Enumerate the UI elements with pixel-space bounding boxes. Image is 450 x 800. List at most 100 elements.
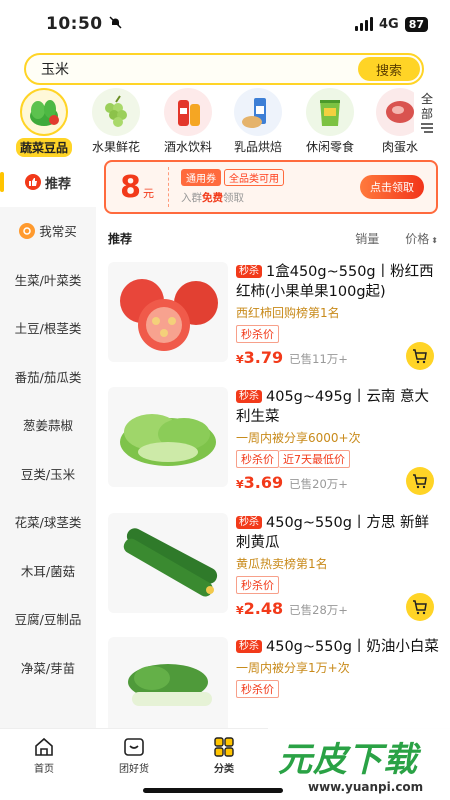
drinks-icon	[164, 88, 212, 136]
category-dairy[interactable]: 乳品烘焙	[222, 88, 294, 155]
network-type: 4G	[378, 16, 399, 32]
sidebar-item-root[interactable]: 土豆/根茎类	[0, 304, 96, 353]
sort-price[interactable]: 价格 ⬍	[405, 230, 438, 247]
category-label: 蔬菜豆品	[15, 138, 72, 157]
category-drinks[interactable]: 酒水饮料	[152, 88, 224, 155]
category-label: 肉蛋水	[381, 140, 418, 154]
coupon-type-tag: 通用券	[181, 169, 221, 186]
sort-bar: 推荐 销量 价格 ⬍	[108, 228, 438, 248]
add-to-cart-button[interactable]	[406, 342, 434, 370]
home-icon	[35, 737, 53, 756]
home-indicator	[143, 788, 283, 793]
cucumber-image	[108, 513, 228, 613]
cart-icon	[413, 600, 427, 615]
product-tag: 秒杀价	[236, 450, 279, 468]
product-title: 秒杀 1盒450g~550g丨粉红西红柿(小果单果100g起)	[236, 264, 434, 300]
coupon-value: 8	[120, 169, 141, 205]
coupon-banner[interactable]: 8 元 通用券 全品类可用 入群免费领取 点击领取	[104, 160, 438, 214]
sidebar-item-recommend[interactable]: 推荐	[0, 158, 96, 207]
tomato-image	[108, 262, 228, 362]
product-card[interactable]: 秒杀 450g~550g丨奶油小白菜 一周内被分享1万+次 秒杀价	[104, 637, 440, 728]
sidebar-item-mushroom[interactable]: 木耳/菌菇	[0, 546, 96, 595]
flash-sale-badge: 秒杀	[236, 265, 262, 278]
sort-recommend[interactable]: 推荐	[108, 230, 132, 247]
search-input[interactable]: 玉米	[41, 59, 69, 79]
thumbs-up-icon	[24, 174, 41, 191]
product-tag: 秒杀价	[236, 325, 279, 343]
signal-icon	[354, 17, 373, 31]
category-snacks[interactable]: 休闲零食	[294, 88, 366, 155]
add-to-cart-button[interactable]	[406, 467, 434, 495]
tab-group-buy[interactable]: 团好货	[104, 737, 164, 775]
product-price: ¥3.69	[236, 473, 284, 492]
tab-home[interactable]: 首页	[14, 737, 74, 775]
status-time: 10:50	[46, 14, 103, 34]
product-card[interactable]: 秒杀 1盒450g~550g丨粉红西红柿(小果单果100g起) 西红柿回购榜第1名…	[104, 262, 440, 380]
sort-arrows-icon: ⬍	[431, 235, 438, 245]
sidebar-item-beans[interactable]: 豆类/玉米	[0, 449, 96, 498]
sidebar: 推荐 我常买 生菜/叶菜类 土豆/根茎类 番茄/茄瓜类 葱姜蒜椒 豆类/玉米 花…	[0, 158, 96, 728]
category-row: 蔬菜豆品 水果鲜花 酒水饮料 乳品烘焙 休闲零食 肉蛋水	[0, 88, 450, 157]
sidebar-item-label: 推荐	[44, 176, 71, 192]
all-categories-button[interactable]: 全 部	[414, 92, 440, 138]
category-label: 乳品烘焙	[233, 140, 282, 154]
sidebar-item-tofu[interactable]: 豆腐/豆制品	[0, 595, 96, 644]
all-categories-line2: 部	[420, 107, 433, 121]
category-vegetables[interactable]: 蔬菜豆品	[8, 88, 80, 157]
coupon-desc: 入群免费领取	[181, 192, 244, 204]
cart-icon	[413, 349, 427, 364]
snacks-icon	[306, 88, 354, 136]
grapes-icon	[92, 88, 140, 136]
product-sold: 已售11万+	[289, 352, 348, 366]
product-price: ¥2.48	[236, 599, 284, 618]
sidebar-item-frequent[interactable]: 我常买	[0, 207, 96, 256]
flash-sale-badge: 秒杀	[236, 640, 262, 653]
dairy-bread-icon	[234, 88, 282, 136]
coupon-scope-tag: 全品类可用	[224, 169, 284, 186]
lettuce-image	[108, 387, 228, 487]
product-subtitle: 黄瓜热卖榜第1名	[236, 557, 328, 571]
watermark-logo: 元皮下载 www.yuanpi.com	[268, 728, 450, 800]
product-sold: 已售20万+	[289, 477, 348, 491]
search-button[interactable]: 搜索	[358, 57, 420, 81]
sidebar-item-cauliflower[interactable]: 花菜/球茎类	[0, 498, 96, 547]
status-bar: 10:50 4G 87	[0, 0, 450, 48]
add-to-cart-button[interactable]	[406, 593, 434, 621]
flash-sale-badge: 秒杀	[236, 516, 262, 529]
sidebar-item-label: 我常买	[39, 224, 77, 240]
product-subtitle: 一周内被分享6000+次	[236, 431, 361, 445]
sidebar-item-sprouts[interactable]: 净菜/芽苗	[0, 643, 96, 692]
bok-choy-image	[108, 637, 228, 728]
category-label: 休闲零食	[305, 140, 354, 154]
sort-sales[interactable]: 销量	[355, 230, 379, 247]
sidebar-item-leafy[interactable]: 生菜/叶菜类	[0, 255, 96, 304]
coupon-divider	[168, 167, 169, 207]
category-label: 酒水饮料	[163, 140, 212, 154]
product-tag: 秒杀价	[236, 576, 279, 594]
tab-label: 首页	[34, 764, 54, 775]
menu-icon	[414, 122, 440, 138]
vegetable-icon	[20, 88, 68, 136]
sidebar-item-tomato[interactable]: 番茄/茄瓜类	[0, 352, 96, 401]
category-fruits[interactable]: 水果鲜花	[80, 88, 152, 155]
tab-category[interactable]: 分类	[194, 737, 254, 775]
all-categories-line1: 全	[420, 92, 433, 106]
search-bar[interactable]: 玉米 搜索	[24, 53, 424, 85]
frequent-buy-icon	[19, 222, 36, 239]
product-title: 秒杀 405g~495g丨云南 意大利生菜	[236, 389, 430, 425]
product-card[interactable]: 秒杀 450g~550g丨方思 新鲜刺黄瓜 黄瓜热卖榜第1名 秒杀价 ¥2.48 …	[104, 513, 440, 631]
claim-coupon-button[interactable]: 点击领取	[360, 175, 424, 199]
product-subtitle: 西红柿回购榜第1名	[236, 306, 340, 320]
product-subtitle: 一周内被分享1万+次	[236, 661, 350, 675]
mute-bell-icon	[109, 16, 122, 32]
watermark-title: 元皮下载	[278, 740, 418, 780]
product-title: 秒杀 450g~550g丨奶油小白菜	[236, 637, 440, 657]
product-price: ¥3.79	[236, 348, 284, 367]
tab-label: 分类	[214, 764, 234, 775]
product-sold: 已售28万+	[289, 603, 348, 617]
product-title: 秒杀 450g~550g丨方思 新鲜刺黄瓜	[236, 515, 430, 551]
category-label: 水果鲜花	[91, 140, 140, 154]
product-card[interactable]: 秒杀 405g~495g丨云南 意大利生菜 一周内被分享6000+次 秒杀价 近7天…	[104, 387, 440, 505]
sidebar-item-aromatics[interactable]: 葱姜蒜椒	[0, 401, 96, 450]
coupon-unit: 元	[142, 186, 154, 200]
